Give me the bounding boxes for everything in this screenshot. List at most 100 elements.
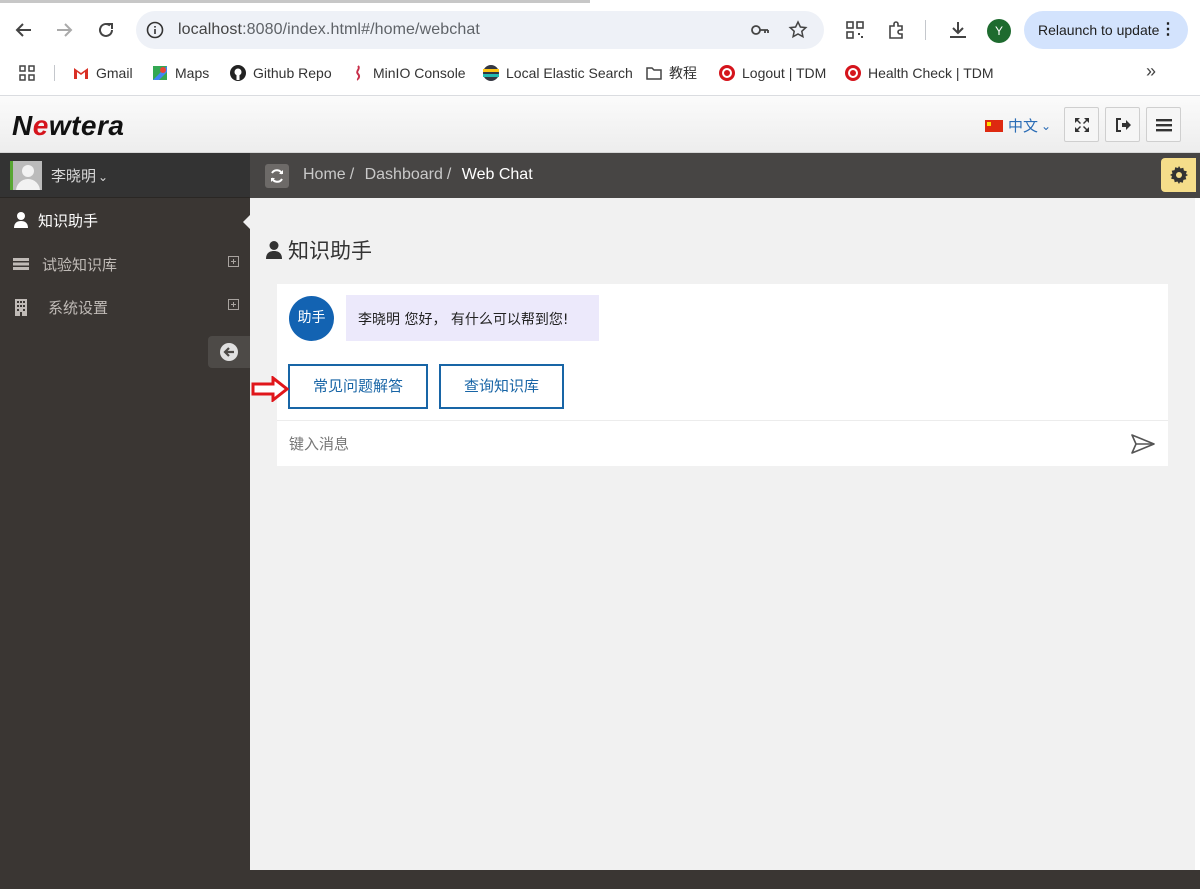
reload-icon [99,22,113,37]
sidebar-item-label: 系统设置 [48,299,109,317]
breadcrumb-dashboard[interactable]: Dashboard [365,166,443,183]
send-icon[interactable] [1130,433,1156,455]
sidebar-item-system-settings[interactable]: 系统设置 [0,286,250,329]
github-icon [230,65,246,81]
bookmark-label: Gmail [96,65,133,81]
bookmark-label: Maps [175,65,210,81]
breadcrumb-home[interactable]: Home [303,166,346,183]
bookmarks-overflow-button[interactable]: » [1146,61,1156,82]
sidebar-item-test-knowledge-base[interactable]: 试验知识库 [0,243,250,286]
gear-icon [1169,166,1188,184]
maps-icon [153,66,167,80]
bookmark-maps[interactable]: Maps [151,62,209,84]
bookmark-label: Health Check | TDM [868,65,994,81]
avatar [10,161,42,190]
bot-message: 李晓明 您好， 有什么可以帮到您! [346,295,599,341]
message-input[interactable] [289,430,1109,458]
chat-panel: 助手 李晓明 您好， 有什么可以帮到您! 常见问题解答 查询知识库 [277,284,1168,466]
user-name[interactable]: 李晓明 ⌄ [51,165,108,186]
refresh-button[interactable] [265,164,289,188]
building-icon [15,299,27,316]
folder-icon [646,67,662,80]
collapse-sidebar-button[interactable] [208,336,250,368]
password-key-icon[interactable] [750,20,770,40]
menu-dots-icon[interactable]: ⋮ [1160,11,1176,49]
faq-button[interactable]: 常见问题解答 [288,364,428,409]
menu-icon [1155,118,1172,131]
bookmark-label: Logout | TDM [742,65,827,81]
language-selector[interactable]: 中文 ⌄ [985,115,1051,136]
reload-button[interactable] [90,14,122,46]
fullscreen-button[interactable] [1064,107,1099,142]
hamburger-menu-button[interactable] [1146,107,1181,142]
logout-button[interactable] [1105,107,1140,142]
relaunch-label: Relaunch to update [1038,22,1160,38]
apps-grid-icon [19,65,35,81]
scroll-gutter [1195,198,1200,870]
query-knowledge-base-button[interactable]: 查询知识库 [439,364,564,409]
chevron-down-icon: ⌄ [98,170,109,184]
bookmark-label: MinIO Console [373,65,466,81]
arrow-right-icon [57,23,73,37]
user-info[interactable]: 李晓明 ⌄ [0,153,250,198]
breadcrumb: Home / Dashboard / Web Chat [303,166,533,184]
user-icon [266,241,282,259]
divider [277,420,1168,421]
elastic-icon [483,65,499,81]
forward-button[interactable] [48,14,80,46]
qr-code-icon[interactable] [843,18,867,42]
language-label: 中文 [1008,117,1039,135]
sidebar-item-label: 试验知识库 [42,256,118,274]
address-bar[interactable]: localhost:8080/index.html#/home/webchat [136,11,824,49]
tdm-icon [845,65,861,81]
ribbon: Home / Dashboard / Web Chat [250,153,1200,198]
app-header: Newtera 中文 ⌄ [0,96,1200,153]
sign-out-icon [1115,117,1131,132]
bookmark-health-check-tdm[interactable]: Health Check | TDM [844,62,994,84]
logo-text: wtera [48,110,125,141]
expand-plus-icon[interactable] [228,299,239,310]
sidebar-item-knowledge-assistant[interactable]: 知识助手 [0,199,250,242]
extensions-icon[interactable] [885,18,909,42]
breadcrumb-current: Web Chat [461,166,533,183]
china-flag-icon [985,119,1003,132]
tab-strip [0,0,590,3]
bookmark-label: Github Repo [253,65,332,81]
bookmark-folder-tutorials[interactable]: 教程 [645,62,697,84]
annotation-arrow-icon [251,376,289,402]
back-button[interactable] [8,14,40,46]
tdm-icon [719,65,735,81]
logo-accent: e [32,110,49,141]
bookmark-minio-console[interactable]: MinIO Console [349,62,466,84]
settings-button[interactable] [1161,158,1196,192]
chevron-down-icon: ⌄ [1041,118,1052,133]
info-icon[interactable] [146,21,164,39]
page-footer [250,870,1200,889]
url-host: localhost [178,21,243,38]
star-icon[interactable] [788,20,808,40]
sidebar-item-label: 知识助手 [38,212,99,230]
gmail-icon [74,68,88,79]
bookmarks-bar: Gmail Maps Github Repo MinIO Console Loc… [0,58,1200,86]
expand-plus-icon[interactable] [228,256,239,267]
user-icon [14,212,28,228]
sidebar: 李晓明 ⌄ 知识助手 试验知识库 系统设置 [0,153,251,889]
breadcrumb-separator: / [446,166,452,183]
bot-avatar: 助手 [289,296,334,341]
arrow-left-icon [15,23,31,37]
page-title: 知识助手 [265,235,372,265]
apps-button[interactable] [18,62,42,84]
relaunch-button[interactable]: Relaunch to update ⋮ [1024,11,1188,49]
bookmark-local-elastic-search[interactable]: Local Elastic Search [482,62,633,84]
bookmark-gmail[interactable]: Gmail [72,62,133,84]
url-text[interactable]: localhost:8080/index.html#/home/webchat [178,21,480,39]
bookmark-github-repo[interactable]: Github Repo [229,62,332,84]
expand-icon [1074,117,1089,132]
logo-text: N [12,110,33,141]
bookmark-logout-tdm[interactable]: Logout | TDM [718,62,826,84]
server-icon [13,258,29,270]
profile-avatar[interactable]: Y [987,19,1011,43]
newtera-logo[interactable]: Newtera [12,110,124,142]
user-name-label: 李晓明 [51,167,97,185]
download-icon[interactable] [946,18,970,42]
